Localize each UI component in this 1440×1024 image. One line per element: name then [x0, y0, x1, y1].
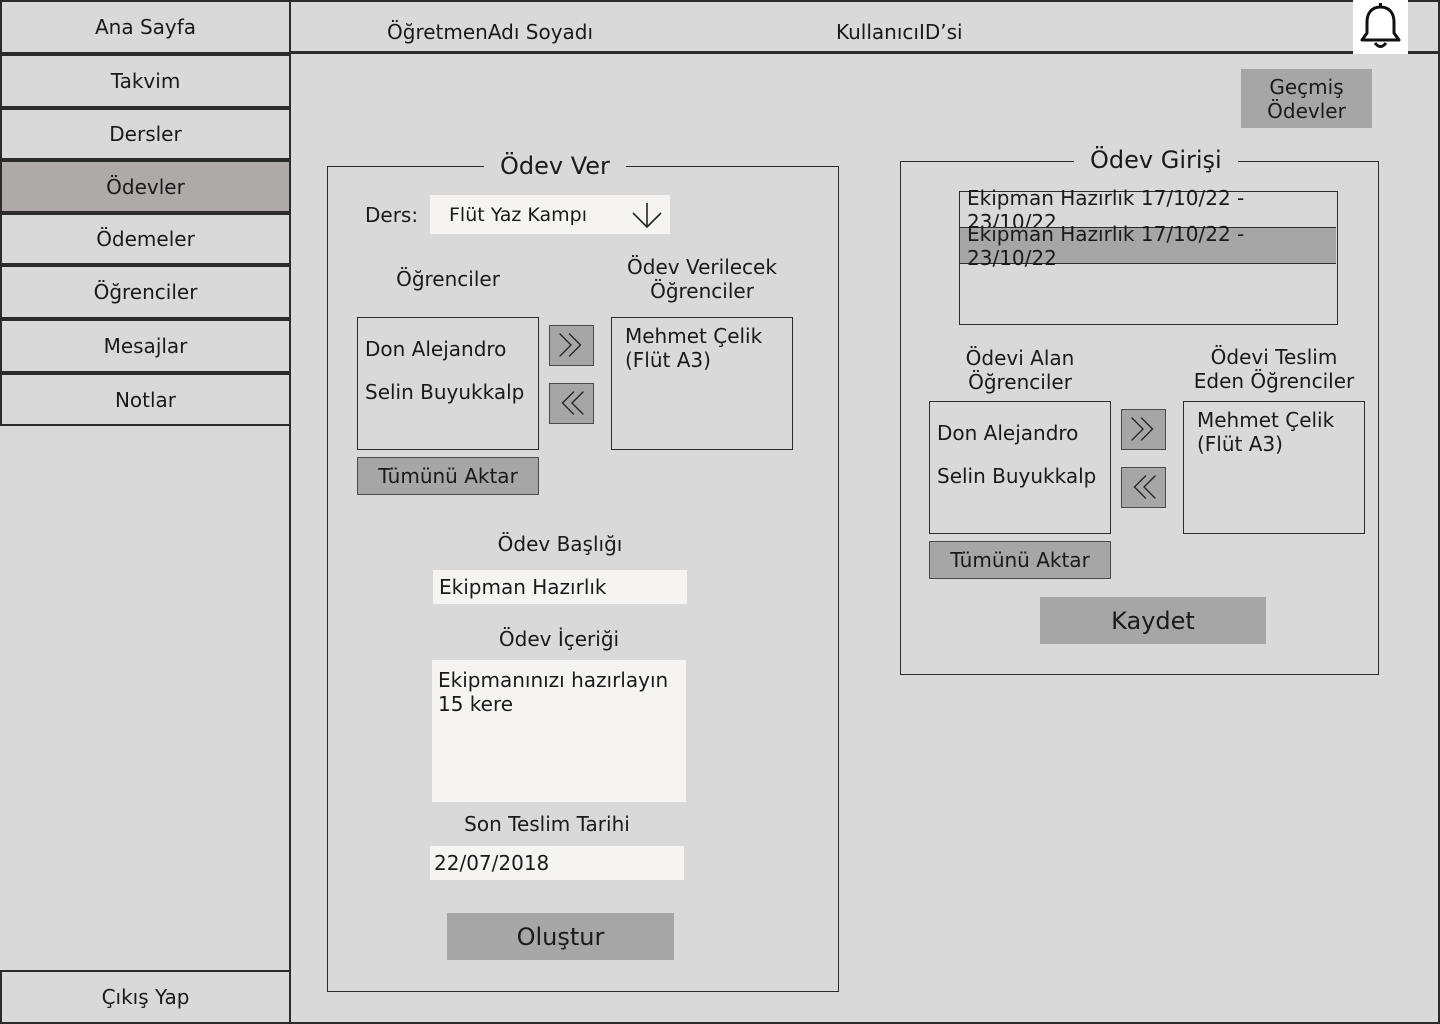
submitted-students-list[interactable]: Mehmet Çelik (Flüt A3) — [1183, 401, 1365, 534]
move-left-button[interactable] — [1121, 467, 1166, 508]
list-item[interactable]: Selin Buyukkalp — [937, 464, 1096, 488]
user-id: KullanıcıID’si — [836, 20, 963, 44]
students-heading: Öğrenciler — [396, 267, 500, 291]
due-date-input[interactable]: 22/07/2018 — [430, 846, 684, 880]
sidebar-item-payments[interactable]: Ödemeler — [0, 213, 291, 265]
target-students-list[interactable]: Mehmet Çelik (Flüt A3) — [611, 317, 793, 450]
move-all-button[interactable]: Tümünü Aktar — [357, 457, 539, 495]
move-all-label: Tümünü Aktar — [378, 464, 518, 488]
past-homework-button[interactable]: Geçmiş Ödevler — [1241, 69, 1372, 128]
homework-list-item-label: Ekipman Hazırlık 17/10/22 - 23/10/22 — [967, 221, 1245, 270]
double-chevron-left-icon — [561, 391, 584, 415]
logout-button[interactable]: Çıkış Yap — [0, 970, 291, 1024]
due-date-label: Son Teslim Tarihi — [464, 812, 630, 836]
sidebar-item-label: Notlar — [114, 387, 177, 412]
sidebar-item-courses[interactable]: Dersler — [0, 108, 291, 160]
create-button[interactable]: Oluştur — [447, 913, 674, 960]
list-item[interactable]: Selin Buyukkalp — [365, 380, 524, 404]
sidebar-item-label: Öğrenciler — [93, 280, 198, 304]
move-right-button[interactable] — [1121, 409, 1166, 450]
list-item[interactable]: Mehmet Çelik (Flüt A3) — [625, 324, 775, 372]
double-chevron-right-icon — [559, 333, 582, 357]
course-select[interactable]: Flüt Yaz Kampı — [430, 195, 670, 234]
students-list[interactable]: Don Alejandro Selin Buyukkalp — [357, 317, 539, 450]
sidebar-item-label: Ödemeler — [96, 227, 195, 251]
move-all-button[interactable]: Tümünü Aktar — [929, 541, 1111, 579]
homework-content-value: Ekipmanınızı hazırlayın 15 kere — [438, 668, 669, 716]
homework-content-textarea[interactable]: Ekipmanınızı hazırlayın 15 kere — [432, 660, 686, 802]
received-students-heading: Ödevi Alan Öğrenciler — [965, 346, 1075, 394]
save-label: Kaydet — [1111, 606, 1195, 635]
list-item[interactable]: Don Alejandro — [365, 337, 506, 361]
create-label: Oluştur — [516, 922, 605, 951]
target-students-heading: Ödev Verilecek Öğrenciler — [627, 255, 777, 303]
teacher-name: ÖğretmenAdı Soyadı — [387, 20, 594, 44]
sidebar-item-calendar[interactable]: Takvim — [0, 54, 291, 108]
homework-content-label: Ödev İçeriği — [498, 627, 620, 651]
course-label: Ders: — [365, 203, 419, 227]
sidebar-item-label: Dersler — [109, 122, 182, 146]
sidebar-item-homework[interactable]: Ödevler — [0, 160, 291, 213]
move-all-label: Tümünü Aktar — [950, 548, 1090, 572]
list-item[interactable]: Mehmet Çelik (Flüt A3) — [1197, 408, 1347, 456]
due-date-value: 22/07/2018 — [434, 851, 550, 875]
list-item[interactable]: Don Alejandro — [937, 421, 1078, 445]
past-homework-label: Geçmiş Ödevler — [1267, 74, 1346, 123]
received-students-list[interactable]: Don Alejandro Selin Buyukkalp — [929, 401, 1111, 534]
move-left-button[interactable] — [549, 383, 594, 424]
homework-title-label: Ödev Başlığı — [497, 532, 623, 556]
sidebar-item-messages[interactable]: Mesajlar — [0, 319, 291, 373]
sidebar-item-label: Ödevler — [106, 174, 185, 199]
sidebar-item-notes[interactable]: Notlar — [0, 373, 291, 426]
sidebar-item-home[interactable]: Ana Sayfa — [0, 0, 291, 54]
entry-panel-title: Ödev Girişi — [1074, 146, 1238, 174]
homework-title-value: Ekipman Hazırlık — [439, 575, 607, 599]
header-bar: ÖğretmenAdı Soyadı KullanıcıID’si — [289, 0, 1440, 54]
homework-list[interactable]: Ekipman Hazırlık 17/10/22 - 23/10/22 Eki… — [959, 186, 1338, 325]
homework-list-item-selected[interactable]: Ekipman Hazırlık 17/10/22 - 23/10/22 — [960, 222, 1336, 270]
sidebar-item-label: Takvim — [110, 69, 181, 93]
course-select-value: Flüt Yaz Kampı — [449, 203, 588, 226]
double-chevron-left-icon — [1133, 475, 1156, 499]
double-chevron-right-icon — [1131, 417, 1154, 441]
sidebar-item-label: Ana Sayfa — [94, 15, 197, 39]
homework-title-input[interactable]: Ekipman Hazırlık — [433, 570, 687, 604]
logout-label: Çıkış Yap — [101, 985, 190, 1009]
sidebar-item-label: Mesajlar — [103, 334, 188, 358]
bell-icon[interactable] — [1353, 0, 1408, 54]
submitted-students-heading: Ödevi Teslim Eden Öğrenciler — [1193, 345, 1355, 393]
chevron-down-icon — [632, 203, 662, 229]
sidebar-item-students[interactable]: Öğrenciler — [0, 265, 291, 319]
save-button[interactable]: Kaydet — [1040, 597, 1266, 644]
move-right-button[interactable] — [549, 325, 594, 366]
assign-panel-title: Ödev Ver — [484, 152, 626, 180]
